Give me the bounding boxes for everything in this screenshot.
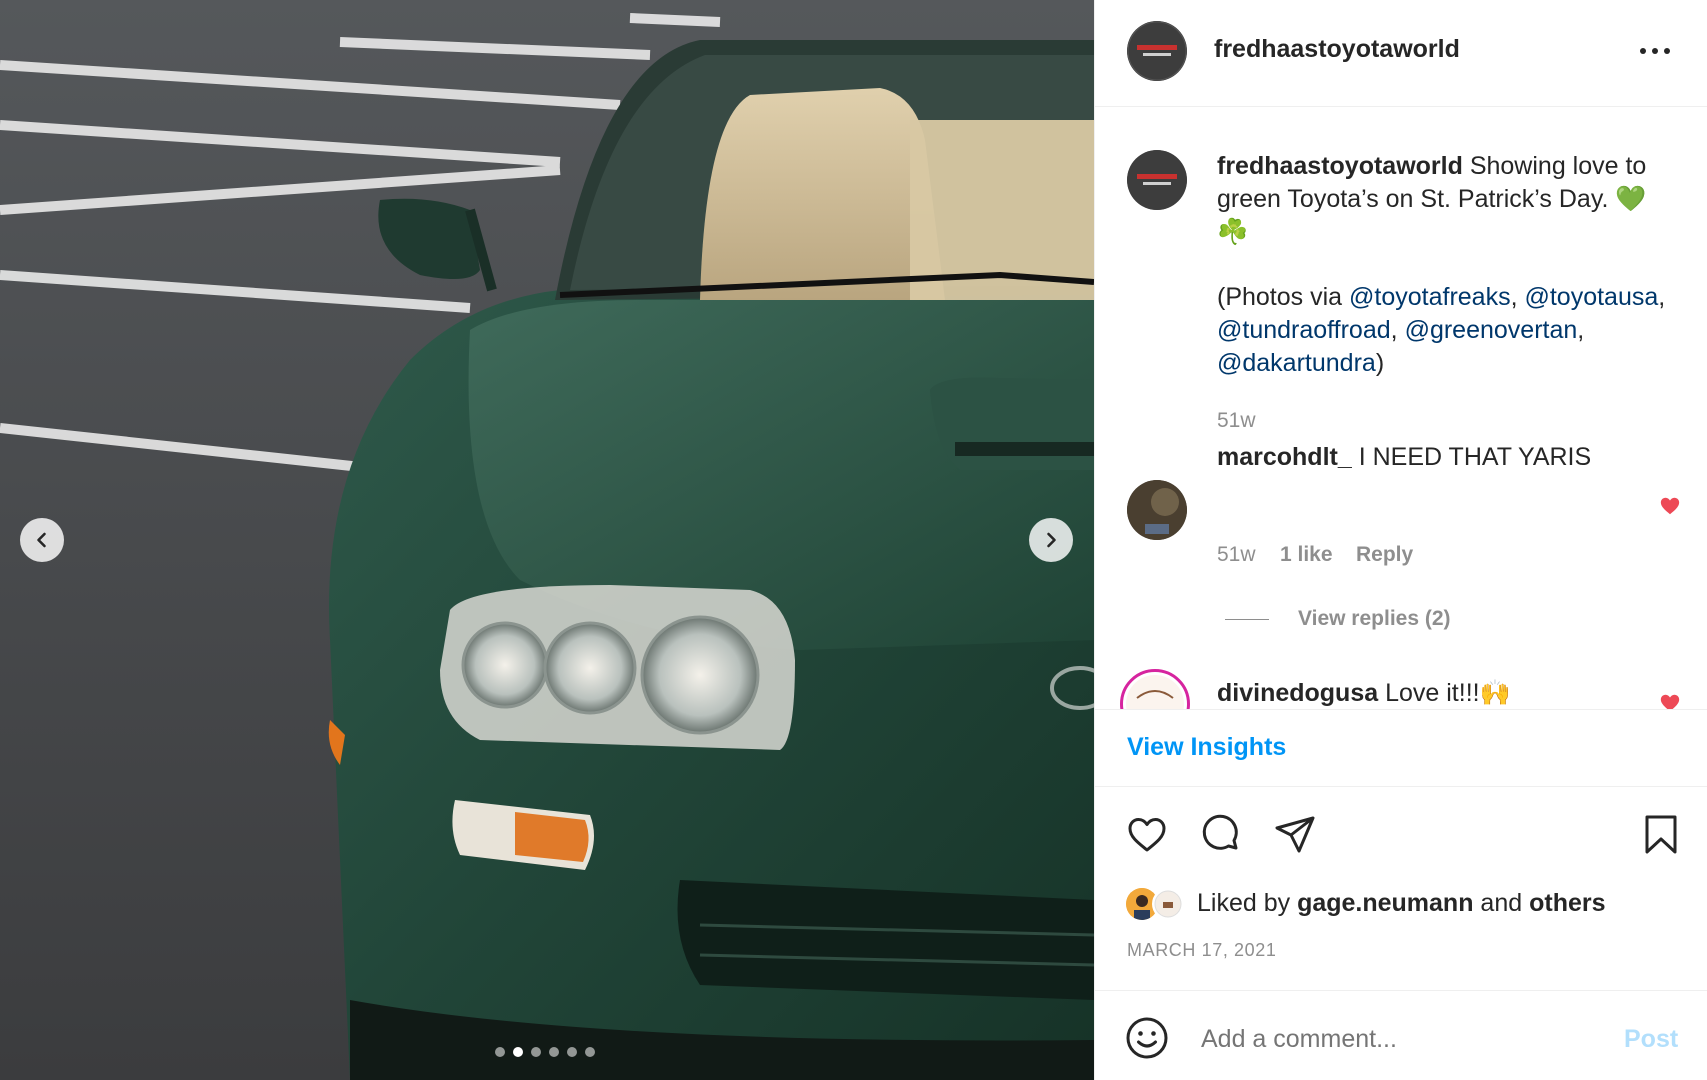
comment-username[interactable]: marcohdlt_ xyxy=(1217,443,1352,471)
carousel-prev-button[interactable] xyxy=(20,518,64,562)
divider xyxy=(1095,709,1707,710)
car-photo-illustration xyxy=(0,0,1094,1080)
comment-body: I NEED THAT YARIS xyxy=(1351,443,1592,471)
view-replies-label[interactable]: View replies (2) xyxy=(1298,607,1451,630)
save-button[interactable] xyxy=(1639,813,1683,857)
comment-likes: 1 like xyxy=(1280,543,1333,567)
post-sidebar: fredhaastoyotaworld fredhaastoyotaworld … xyxy=(1094,0,1707,1080)
caption-credits: (Photos via @toyotafreaks, @toyotausa, @… xyxy=(1217,281,1677,380)
carousel-dot[interactable] xyxy=(567,1047,577,1057)
carousel-indicator xyxy=(495,1047,595,1057)
comment-liked-heart-icon[interactable] xyxy=(1659,692,1681,709)
mention-link[interactable]: @greenovertan xyxy=(1405,316,1578,344)
comment-avatar[interactable] xyxy=(1120,669,1190,709)
comment-reply-button: Reply xyxy=(1356,543,1413,567)
heart-icon xyxy=(1128,818,1166,852)
post-photo[interactable] xyxy=(0,0,1094,1080)
caption-timestamp[interactable]: 51w xyxy=(1217,409,1256,433)
carousel-dot[interactable] xyxy=(513,1047,523,1057)
comment-text: divinedogusa Love it!!!🙌 xyxy=(1217,677,1637,709)
user-photo-icon xyxy=(1127,480,1187,540)
separator: , xyxy=(1658,283,1666,311)
comment-time[interactable]: 51w xyxy=(1217,543,1256,567)
comment-username[interactable]: divinedogusa xyxy=(1217,679,1378,707)
comment-likes-count[interactable]: 1 like xyxy=(1280,543,1333,566)
carousel-dot[interactable] xyxy=(531,1047,541,1057)
mention-link[interactable]: @toyotausa xyxy=(1524,283,1658,311)
liked-by-user-link[interactable]: gage.neumann xyxy=(1297,889,1473,917)
post-comment-button[interactable]: Post xyxy=(1624,1023,1678,1056)
chevron-left-icon xyxy=(37,532,46,548)
author-avatar[interactable] xyxy=(1127,21,1187,81)
caption-text: fredhaastoyotaworld Showing love to gree… xyxy=(1217,150,1677,249)
carousel-dot[interactable] xyxy=(495,1047,505,1057)
liked-by-summary: Liked by gage.neumann and others xyxy=(1197,887,1606,920)
comment-body: Love it!!!🙌 xyxy=(1378,679,1511,707)
view-insights-link[interactable]: View Insights xyxy=(1127,731,1286,764)
author-username[interactable]: fredhaastoyotaworld xyxy=(1214,33,1460,66)
carousel-next-button[interactable] xyxy=(1029,518,1073,562)
comment-bubble-icon xyxy=(1202,814,1238,850)
separator: , xyxy=(1577,316,1585,344)
dog-logo-icon xyxy=(1154,890,1182,918)
smiley-icon xyxy=(1126,1017,1168,1059)
mention-link[interactable]: @dakartundra xyxy=(1217,349,1376,377)
carousel-dot[interactable] xyxy=(549,1047,559,1057)
share-button[interactable] xyxy=(1273,813,1317,857)
separator: , xyxy=(1510,283,1525,311)
divider xyxy=(1095,786,1707,787)
more-options-button[interactable] xyxy=(1633,29,1677,73)
caption-username[interactable]: fredhaastoyotaworld xyxy=(1217,152,1463,180)
caption-avatar[interactable] xyxy=(1127,150,1187,210)
comment-input[interactable] xyxy=(1199,1017,1603,1061)
dealer-logo-icon xyxy=(1127,150,1187,210)
mention-link[interactable]: @toyotafreaks xyxy=(1349,283,1511,311)
divider xyxy=(1095,990,1707,991)
dealer-logo-icon xyxy=(1127,21,1187,81)
like-button[interactable] xyxy=(1125,813,1169,857)
liked-by-others-link[interactable]: others xyxy=(1529,889,1605,917)
carousel-dot[interactable] xyxy=(585,1047,595,1057)
comments-scroll-area[interactable]: fredhaastoyotaworld Showing love to gree… xyxy=(1095,107,1707,709)
comment-avatar[interactable] xyxy=(1127,480,1187,540)
post-header: fredhaastoyotaworld xyxy=(1095,0,1707,107)
liked-by-prefix: Liked by xyxy=(1197,889,1298,917)
view-replies-button: View replies (2) xyxy=(1298,607,1451,631)
replies-divider xyxy=(1225,619,1269,620)
chevron-right-icon xyxy=(1047,532,1056,548)
mention-link[interactable]: @tundraoffroad xyxy=(1217,316,1391,344)
reply-label[interactable]: Reply xyxy=(1356,543,1413,566)
separator: , xyxy=(1390,316,1405,344)
comment-liked-heart-icon[interactable] xyxy=(1659,495,1681,517)
paper-plane-icon xyxy=(1275,816,1315,853)
credits-prefix: (Photos via xyxy=(1217,283,1350,311)
post-date[interactable]: MARCH 17, 2021 xyxy=(1127,940,1276,961)
comment-text: marcohdlt_ I NEED THAT YARIS xyxy=(1217,441,1637,474)
emoji-button[interactable] xyxy=(1125,1016,1169,1060)
more-horizontal-icon xyxy=(1640,48,1670,54)
liker-avatar[interactable] xyxy=(1152,888,1184,920)
comment-button[interactable] xyxy=(1199,813,1243,857)
divine-dogs-logo-icon xyxy=(1126,675,1184,709)
liked-by-middle: and xyxy=(1473,889,1530,917)
bookmark-icon xyxy=(1645,815,1677,854)
credits-suffix: ) xyxy=(1375,349,1385,377)
